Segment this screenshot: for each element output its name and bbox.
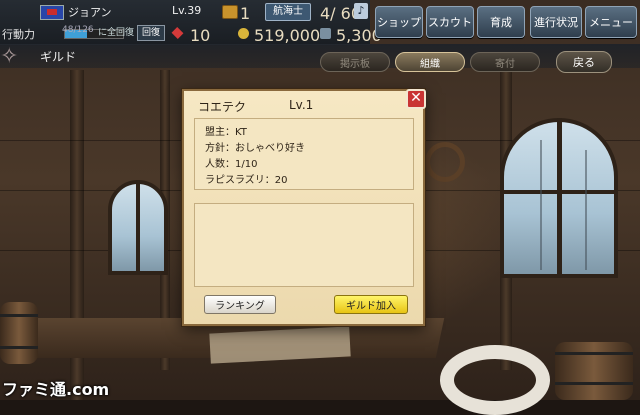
tab-bulletin-board[interactable]: 掲示板	[320, 52, 390, 72]
guild-message-box	[194, 203, 414, 287]
ranking-button[interactable]: ランキング	[204, 295, 276, 314]
shop-button[interactable]: ショップ	[375, 6, 423, 38]
progress-button[interactable]: 進行状況	[530, 6, 582, 38]
guild-info-panel: 盟主：KT 方針：おしゃべり好き 人数：1/10 ラピスラズリ：20	[194, 118, 414, 190]
action-power-recovery-text: に全回復	[98, 28, 135, 38]
page-title: ギルド	[40, 50, 77, 64]
job-badge[interactable]: 航海士	[265, 3, 311, 21]
tab-organization[interactable]: 組織	[395, 52, 465, 72]
treasure-chest-icon	[222, 5, 238, 19]
status-bar: ジョアン Lv.39 1 航海士 4/ 60 ♪ 行動力 48/126 に全回復…	[0, 0, 382, 45]
join-guild-button[interactable]: ギルド加入	[334, 295, 408, 314]
guild-policy: 方針：おしゃべり好き	[205, 143, 305, 154]
window-frame	[500, 190, 618, 194]
close-icon[interactable]: ✕	[406, 89, 426, 109]
training-button[interactable]: 育成	[477, 6, 525, 38]
tab-donation[interactable]: 寄付	[470, 52, 540, 72]
ship-wheel-icon	[425, 142, 465, 182]
life-ring	[440, 345, 550, 415]
barrel	[555, 342, 633, 400]
gold-coin-icon	[238, 28, 249, 39]
map-on-table	[209, 326, 351, 364]
player-name: ジョアン	[68, 6, 112, 19]
guild-name: コエテク	[198, 100, 247, 114]
music-note-icon[interactable]: ♪	[354, 3, 368, 19]
heal-button[interactable]: 回復	[137, 25, 165, 41]
ship-mast	[540, 140, 542, 270]
player-level: Lv.39	[172, 4, 202, 17]
action-power-label: 行動力	[2, 28, 35, 41]
guild-lapis-lazuli: ラピスラズリ：20	[205, 175, 288, 186]
compass-icon: ✧	[0, 44, 19, 69]
currency-icon	[320, 28, 331, 39]
guild-member-count: 人数：1/10	[205, 159, 258, 170]
gold-count: 519,000	[254, 26, 321, 45]
guild-info-dialog: コエテク Lv.1 盟主：KT 方針：おしゃべり好き 人数：1/10 ラピスラズ…	[182, 89, 425, 326]
main-menu-button[interactable]: メニュー	[585, 6, 637, 38]
watermark-logo: ファミ通.com	[2, 380, 110, 399]
window-frame	[136, 180, 140, 275]
gem-icon	[171, 27, 184, 39]
nation-flag-icon	[40, 5, 64, 20]
action-power-value: 48/126	[62, 25, 94, 35]
ship-mast	[585, 150, 587, 270]
gem-count: 10	[190, 26, 211, 45]
back-button[interactable]: 戻る	[556, 51, 612, 73]
barrel	[0, 302, 38, 364]
window-frame	[557, 118, 562, 278]
guild-level: Lv.1	[289, 98, 314, 112]
guild-leader: 盟主：KT	[205, 127, 247, 138]
scout-button[interactable]: スカウト	[426, 6, 474, 38]
chest-count: 1	[240, 4, 251, 23]
